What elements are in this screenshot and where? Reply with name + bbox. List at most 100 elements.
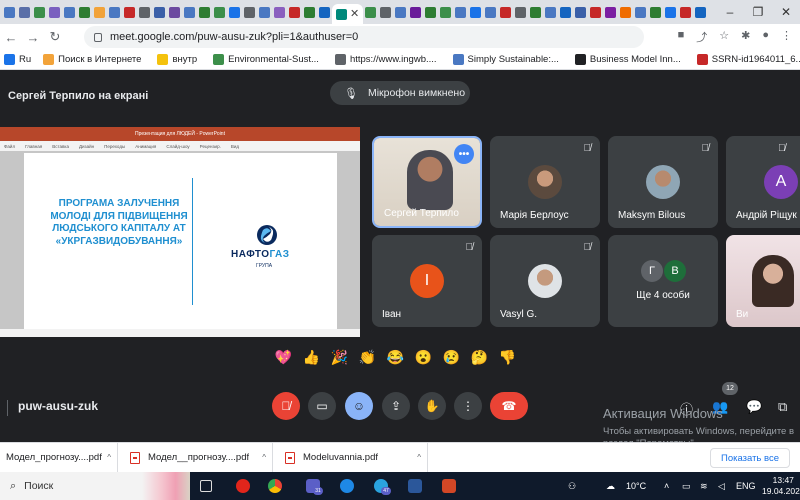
tab-favicon-icon[interactable] — [184, 6, 195, 18]
bookmark-item[interactable]: Ru — [2, 54, 31, 65]
tab-favicon-icon[interactable] — [650, 6, 662, 18]
tab-favicon-icon[interactable] — [4, 6, 15, 18]
tab-favicon-icon[interactable] — [590, 6, 602, 18]
reactions-button[interactable]: ☺ — [345, 392, 373, 420]
bookmark-item[interactable]: Business Model Inn... — [573, 54, 681, 65]
tab-favicon-icon[interactable] — [259, 6, 270, 18]
tab-favicon-icon[interactable] — [289, 6, 300, 18]
tab-favicon-icon[interactable] — [635, 6, 647, 18]
tab-favicon-icon[interactable] — [545, 6, 557, 18]
more-participants-tile[interactable]: Г В Ще 4 особи — [608, 235, 718, 327]
bookmark-item[interactable]: внутр — [155, 54, 197, 65]
weather-temperature[interactable]: 10°C — [626, 481, 646, 491]
tab-favicon-icon[interactable] — [199, 6, 210, 18]
tab-favicon-icon[interactable] — [229, 6, 240, 18]
bookmark-item[interactable]: Environmental-Sust... — [211, 54, 319, 65]
tab-favicon-icon[interactable] — [440, 6, 452, 18]
tab-favicon-icon[interactable] — [665, 6, 677, 18]
tab-favicon-icon[interactable] — [64, 6, 75, 18]
camera-indicator-icon[interactable]: ■ — [678, 29, 685, 45]
wifi-icon[interactable]: ≋ — [700, 481, 708, 492]
tab-favicon-icon[interactable] — [410, 6, 422, 18]
chevron-up-icon[interactable]: ^ — [417, 453, 421, 462]
show-hidden-icons[interactable]: ˄ — [664, 481, 669, 491]
bookmark-item[interactable]: SSRN-id1964011_6... — [695, 54, 800, 65]
network-icon[interactable]: ▭ — [682, 481, 691, 492]
chat-icon[interactable]: 💬 — [746, 399, 762, 415]
close-tab-icon[interactable]: ✕ — [350, 8, 359, 20]
active-tab[interactable]: ✕ — [332, 4, 364, 24]
share-icon[interactable]: ⤴ — [696, 29, 707, 45]
tab-favicon-icon[interactable] — [530, 6, 542, 18]
omnibox[interactable]: meet.google.com/puw-ausu-zuk?pli=1&authu… — [84, 26, 644, 48]
present-button[interactable]: ⇪ — [382, 392, 410, 420]
tab-favicon-icon[interactable] — [169, 6, 180, 18]
tab-favicon-icon[interactable] — [274, 6, 285, 18]
participant-tile[interactable]: ••• Сергей Терпило — [372, 136, 482, 228]
tab-favicon-icon[interactable] — [605, 6, 617, 18]
participant-tile[interactable]: 🎙̸ I Іван — [372, 235, 482, 327]
url-text[interactable]: meet.google.com/puw-ausu-zuk?pli=1&authu… — [110, 31, 358, 43]
word-icon[interactable] — [408, 479, 422, 493]
profile-icon[interactable]: ● — [762, 29, 769, 45]
tab-favicon-icon[interactable] — [455, 6, 467, 18]
reaction-emoji-button[interactable]: 🤔 — [470, 348, 489, 367]
tab-favicon-icon[interactable] — [620, 6, 632, 18]
tab-favicon-icon[interactable] — [425, 6, 437, 18]
bookmark-item[interactable]: Simply Sustainable:... — [451, 54, 559, 65]
reaction-emoji-button[interactable]: 💖 — [274, 348, 293, 367]
tab-favicon-icon[interactable] — [680, 6, 692, 18]
reaction-emoji-button[interactable]: 👍 — [302, 348, 321, 367]
tab-favicon-icon[interactable] — [319, 6, 330, 18]
participant-tile[interactable]: 🎙̸ Vasyl G. — [490, 235, 600, 327]
edge-icon[interactable] — [340, 479, 354, 493]
tab-favicon-icon[interactable] — [304, 6, 315, 18]
reaction-emoji-button[interactable]: 👎 — [498, 348, 517, 367]
chevron-up-icon[interactable]: ^ — [262, 453, 266, 462]
extensions-icon[interactable]: ✱ — [741, 29, 750, 45]
download-item[interactable]: Modeluvannia.pdf ^ — [273, 442, 428, 473]
chrome-icon[interactable] — [268, 479, 282, 493]
more-options-button[interactable]: ⋮ — [454, 392, 482, 420]
tab-favicon-icon[interactable] — [154, 6, 165, 18]
reaction-emoji-button[interactable]: 👏 — [358, 348, 377, 367]
participant-tile[interactable]: 🎙̸ Марія Берлоус — [490, 136, 600, 228]
participant-tile[interactable]: 🎙̸ Maksym Bilous — [608, 136, 718, 228]
tab-favicon-icon[interactable] — [380, 6, 392, 18]
tab-favicon-icon[interactable] — [575, 6, 587, 18]
tab-favicon-icon[interactable] — [395, 6, 407, 18]
bookmark-item[interactable]: https://www.ingwb.... — [333, 54, 437, 65]
tab-favicon-icon[interactable] — [19, 6, 30, 18]
tab-favicon-icon[interactable] — [109, 6, 120, 18]
tab-favicon-icon[interactable] — [695, 6, 707, 18]
tab-favicon-icon[interactable] — [515, 6, 527, 18]
minimize-icon[interactable]: – — [716, 5, 744, 19]
tab-favicon-icon[interactable] — [244, 6, 255, 18]
camera-toggle-button[interactable]: ▭ — [308, 392, 336, 420]
tab-favicon-icon[interactable] — [79, 6, 90, 18]
tab-favicon-icon[interactable] — [485, 6, 497, 18]
taskbar-search[interactable]: ⌕ Поиск — [0, 472, 190, 500]
tab-favicon-icon[interactable] — [94, 6, 105, 18]
download-item[interactable]: Модел__прогнозу....pdf ^ — [118, 442, 273, 473]
bookmark-star-icon[interactable]: ☆ — [719, 29, 729, 45]
menu-icon[interactable]: ⋮ — [781, 29, 792, 45]
tab-favicon-icon[interactable] — [500, 6, 512, 18]
people-tray-icon[interactable]: ⚇ — [568, 481, 576, 492]
reaction-emoji-button[interactable]: 😢 — [442, 348, 461, 367]
tab-favicon-icon[interactable] — [560, 6, 572, 18]
tab-favicon-icon[interactable] — [139, 6, 150, 18]
reload-icon[interactable]: ↻ — [44, 29, 66, 45]
reaction-emoji-button[interactable]: 😂 — [386, 348, 405, 367]
self-tile[interactable]: Ви — [726, 235, 800, 327]
tab-favicon-icon[interactable] — [124, 6, 135, 18]
reaction-emoji-button[interactable]: 😮 — [414, 348, 433, 367]
reaction-emoji-button[interactable]: 🎉 — [330, 348, 349, 367]
powerpoint-icon[interactable] — [442, 479, 456, 493]
tab-favicon-icon[interactable] — [470, 6, 482, 18]
raise-hand-button[interactable]: ✋ — [418, 392, 446, 420]
leave-call-button[interactable]: ☎ — [490, 392, 528, 420]
opera-icon[interactable] — [236, 479, 250, 493]
clock[interactable]: 13:47 19.04.2021 — [762, 475, 800, 497]
participant-tile[interactable]: 🎙̸ A Андрій Ріщук — [726, 136, 800, 228]
